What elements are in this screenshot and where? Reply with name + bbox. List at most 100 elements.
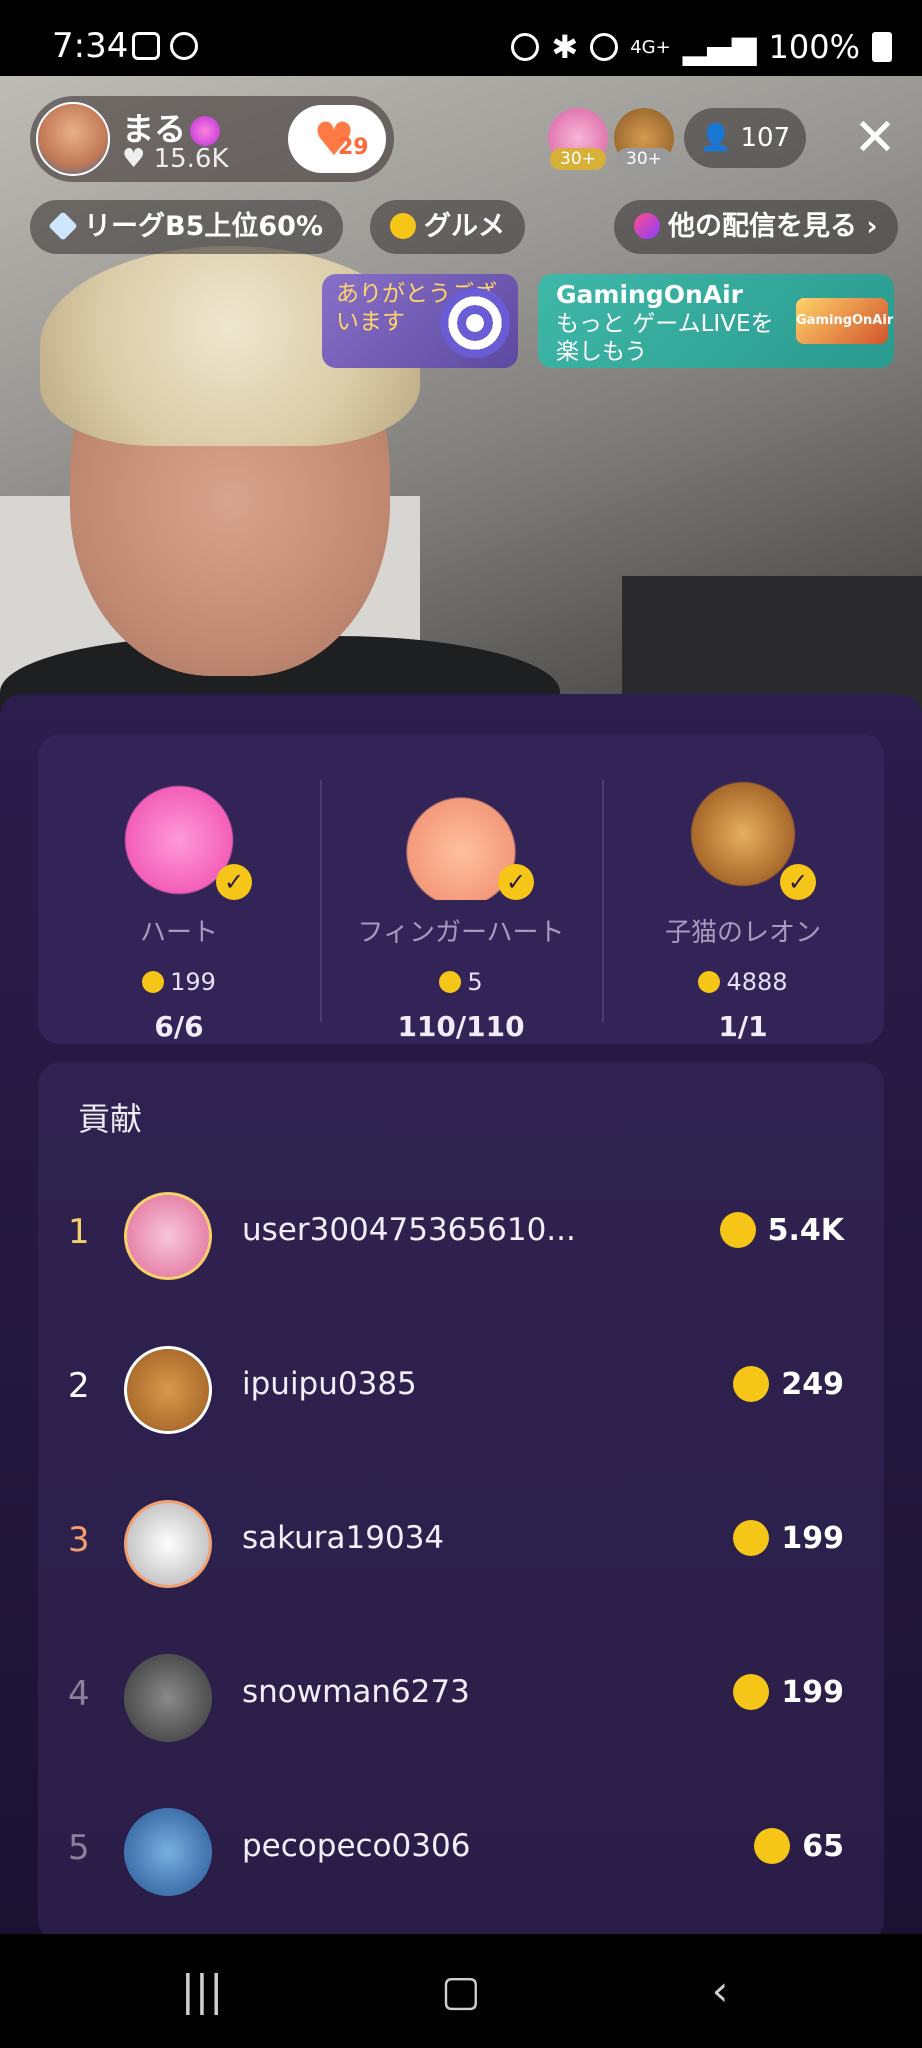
- gift-item-heart[interactable]: ✓ ハート 199 6/6: [38, 734, 320, 1044]
- score-value: 199: [781, 1674, 844, 1710]
- rank-number: 3: [68, 1520, 90, 1560]
- follow-count: 29: [338, 135, 369, 160]
- target-icon: [440, 288, 510, 358]
- league-chip[interactable]: リーグB5上位60%: [30, 200, 343, 254]
- username: snowman6273: [242, 1674, 470, 1710]
- recent-apps-icon[interactable]: |||: [162, 1964, 242, 2018]
- host-likes: 15.6K: [153, 144, 229, 174]
- gift-goals-card: ✓ ハート 199 6/6 ✓ フィンガーハート 5 110/110 ✓ 子猫の…: [38, 734, 884, 1044]
- contribution-row[interactable]: 5 pecopeco0306 65: [38, 1798, 884, 1908]
- username: ipuipu0385: [242, 1366, 417, 1402]
- diamond-icon: [48, 211, 78, 241]
- score-value: 5.4K: [767, 1212, 844, 1248]
- viewer-badge-2: 30+: [616, 148, 672, 170]
- score: 65: [754, 1828, 844, 1864]
- status-time: 7:34: [52, 26, 129, 66]
- gift-panel: ✓ ハート 199 6/6 ✓ フィンガーハート 5 110/110 ✓ 子猫の…: [0, 694, 922, 1942]
- hotspot-icon: [590, 33, 619, 61]
- gift-price: 199: [170, 968, 216, 996]
- coin-icon: [439, 971, 462, 993]
- gift-price-row: 199: [38, 968, 320, 996]
- gift-item-finger-heart[interactable]: ✓ フィンガーハート 5 110/110: [320, 734, 602, 1044]
- info-icon: [170, 32, 198, 60]
- contribution-row[interactable]: 4 snowman6273 199: [38, 1644, 884, 1754]
- hashtag-icon: [390, 213, 416, 239]
- viewer-count-button[interactable]: 👤 107: [684, 108, 806, 168]
- gift-price: 4888: [726, 968, 788, 996]
- gaming-title: GamingOnAir: [556, 280, 743, 309]
- contribution-row[interactable]: 3 sakura19034 199: [38, 1490, 884, 1600]
- status-right: ✱ 4G+ ▂▄▆ 100%: [511, 28, 892, 66]
- coin-icon: [754, 1828, 791, 1864]
- score: 249: [733, 1366, 844, 1402]
- coin-icon: [719, 1212, 756, 1248]
- contribution-row[interactable]: 2 ipuipu0385 249: [38, 1336, 884, 1446]
- network-label: 4G+: [630, 36, 671, 58]
- viewer-count: 107: [740, 123, 791, 153]
- coin-icon: [733, 1674, 770, 1710]
- league-label: リーグB5上位60%: [84, 211, 323, 242]
- other-streams-chip[interactable]: 他の配信を見る ›: [614, 200, 898, 254]
- contribution-card: 貢献 1 user300475365610... 5.4K 2 ipuipu03…: [38, 1062, 884, 1942]
- back-icon[interactable]: ‹: [680, 1964, 760, 2018]
- follow-button[interactable]: ♥ 29: [288, 105, 386, 173]
- viewer-badge-1: 30+: [550, 148, 606, 170]
- gift-price-row: 5: [320, 968, 602, 996]
- signal-icon: ▂▄▆: [682, 28, 757, 66]
- score: 199: [733, 1674, 844, 1710]
- score-value: 65: [802, 1828, 844, 1864]
- gift-item-lion[interactable]: ✓ 子猫のレオン 4888 1/1: [602, 734, 884, 1044]
- username: pecopeco0306: [242, 1828, 471, 1864]
- gift-price-row: 4888: [602, 968, 884, 996]
- bluetooth-icon: ✱: [551, 28, 579, 66]
- chevron-right-icon: ›: [857, 211, 878, 242]
- avatar[interactable]: [124, 1808, 212, 1896]
- system-nav-bar: ||| ▢ ‹: [0, 1934, 922, 2048]
- rank-number: 1: [68, 1212, 90, 1252]
- username: user300475365610...: [242, 1212, 576, 1248]
- host-likes-row: ♥ 15.6K: [122, 144, 229, 174]
- gaming-on-air-banner[interactable]: GamingOnAir もっと ゲームLIVEを楽しもう GamingOnAir: [538, 274, 894, 368]
- contribution-title: 貢献: [78, 1100, 143, 1138]
- home-icon[interactable]: ▢: [421, 1964, 501, 2018]
- contribution-row[interactable]: 1 user300475365610... 5.4K: [38, 1182, 884, 1292]
- battery-text: 100%: [768, 28, 860, 66]
- username: sakura19034: [242, 1520, 445, 1556]
- person-icon: 👤: [699, 123, 733, 153]
- status-left-icons: [132, 32, 198, 60]
- avatar[interactable]: [124, 1346, 212, 1434]
- rank-number: 4: [68, 1674, 90, 1714]
- avatar[interactable]: [124, 1654, 212, 1742]
- heart-small-icon: ♥: [122, 144, 146, 174]
- rank-number: 5: [68, 1828, 90, 1868]
- host-name: まる: [122, 110, 187, 148]
- thanks-banner[interactable]: ありがとうございます: [322, 274, 518, 368]
- battery-icon: [872, 32, 892, 62]
- avatar[interactable]: [124, 1192, 212, 1280]
- host-avatar[interactable]: [36, 102, 110, 176]
- other-streams-label: 他の配信を見る: [668, 211, 857, 242]
- planet-icon: [634, 213, 660, 239]
- gift-progress: 110/110: [397, 1010, 525, 1043]
- coin-icon: [733, 1366, 770, 1402]
- gift-name: ハート: [139, 918, 218, 948]
- check-icon: ✓: [216, 864, 252, 900]
- lollipop-icon: [190, 116, 221, 146]
- gift-price: 5: [467, 968, 483, 996]
- gift-progress: 1/1: [718, 1010, 768, 1043]
- gift-name: 子猫のレオン: [664, 918, 821, 948]
- gaming-logo: GamingOnAir: [796, 298, 893, 344]
- alarm-icon: [511, 33, 540, 61]
- score: 5.4K: [719, 1212, 844, 1248]
- close-icon[interactable]: ✕: [848, 106, 902, 170]
- gift-progress: 6/6: [154, 1010, 204, 1043]
- host-info[interactable]: まる ♥ 15.6K ♥ 29: [30, 96, 394, 182]
- score-value: 199: [781, 1520, 844, 1556]
- coin-icon: [698, 971, 721, 993]
- score-value: 249: [781, 1366, 844, 1402]
- avatar[interactable]: [124, 1500, 212, 1588]
- check-icon: ✓: [498, 864, 534, 900]
- category-chip[interactable]: グルメ: [370, 200, 525, 254]
- status-bar: 7:34 ✱ 4G+ ▂▄▆ 100%: [0, 0, 922, 76]
- gaming-subtitle: もっと ゲームLIVEを楽しもう: [556, 311, 774, 365]
